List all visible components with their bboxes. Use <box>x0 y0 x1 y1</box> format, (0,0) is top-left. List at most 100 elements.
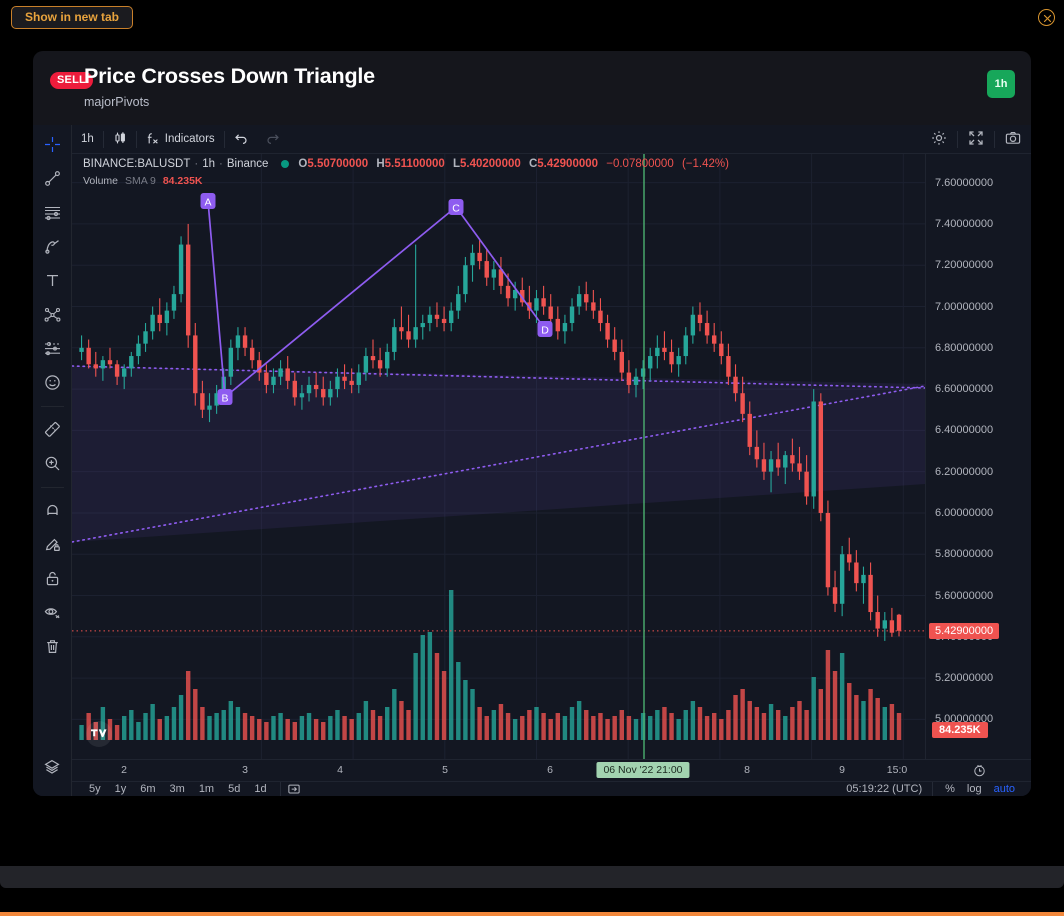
brush-tool[interactable] <box>37 231 67 261</box>
auto-scale-button[interactable]: auto <box>988 783 1021 795</box>
time-tick: 6 <box>547 764 553 776</box>
range-button-1d[interactable]: 1d <box>247 783 273 795</box>
fullscreen-button[interactable] <box>958 125 994 154</box>
strip-dark <box>0 902 1064 912</box>
utc-clock[interactable]: 05:19:22 (UTC) <box>846 783 922 795</box>
ohlc-high-key: H <box>376 158 385 170</box>
price-axis[interactable]: 7.60000000 7.40000000 7.20000000 7.00000000… <box>925 154 1031 759</box>
magnet-icon[interactable] <box>37 495 67 525</box>
legend-exchange: Binance <box>226 158 269 170</box>
svg-text:A: A <box>204 197 211 209</box>
time-axis[interactable]: 2 3 4 5 6 8 9 15:0 06 Nov '22 21:00 <box>72 759 1031 781</box>
crosshair-tool[interactable] <box>37 129 67 159</box>
range-button-3m[interactable]: 3m <box>163 783 192 795</box>
price-tick: 6.60000000 <box>935 383 994 396</box>
price-tick: 6.80000000 <box>935 341 994 354</box>
magnifier-plus-icon[interactable] <box>37 448 67 478</box>
plot-area[interactable]: A B C D <box>72 154 925 759</box>
chart-settings-button[interactable] <box>921 125 957 154</box>
show-in-new-tab-button[interactable]: Show in new tab <box>11 6 134 29</box>
percent-scale-button[interactable]: % <box>939 783 961 795</box>
forecast-tool[interactable] <box>37 333 67 363</box>
snapshot-button[interactable] <box>995 125 1031 154</box>
layers-icon[interactable] <box>37 752 67 782</box>
range-button-1m[interactable]: 1m <box>192 783 221 795</box>
crosshair-time-label: 06 Nov '22 21:00 <box>596 762 690 778</box>
ohlc-change-pct: (−1.42%) <box>681 158 729 170</box>
price-tick: 7.20000000 <box>935 259 994 272</box>
redo-button[interactable] <box>257 125 289 154</box>
range-button-1y[interactable]: 1y <box>108 783 134 795</box>
drawing-toolbar <box>33 125 72 796</box>
chart-legend: BINANCE:BALUSDT · 1h · Binance O5.507000… <box>83 158 734 187</box>
ohlc-low-key: L <box>452 158 460 170</box>
chart-type-button[interactable] <box>104 125 136 154</box>
legend-sep-2: · <box>219 158 223 170</box>
fullscreen-icon <box>968 130 984 149</box>
camera-icon <box>1005 130 1021 149</box>
top-bar: Show in new tab <box>0 0 1064 34</box>
chart-main: 1h Indicators BINANCE:BALUSDT · 1h · Bin… <box>72 125 1031 796</box>
time-tick: 8 <box>744 764 750 776</box>
padlock-icon[interactable] <box>37 563 67 593</box>
time-tick: 9 <box>839 764 845 776</box>
price-tick: 7.60000000 <box>935 176 994 189</box>
range-button-5d[interactable]: 5d <box>221 783 247 795</box>
svg-text:D: D <box>541 325 549 337</box>
price-tick: 5.20000000 <box>935 672 994 685</box>
legend-symbol[interactable]: BINANCE:BALUSDT <box>83 158 190 170</box>
gear-icon <box>931 130 947 149</box>
interval-button[interactable]: 1h <box>72 125 103 154</box>
close-icon[interactable] <box>1038 9 1055 26</box>
time-tick: 2 <box>121 764 127 776</box>
range-button-5y[interactable]: 5y <box>82 783 108 795</box>
price-tick: 7.40000000 <box>935 217 994 230</box>
trend-line-tool[interactable] <box>37 163 67 193</box>
ruler-icon[interactable] <box>37 414 67 444</box>
text-tool[interactable] <box>37 265 67 295</box>
bottom-right-group: 05:19:22 (UTC) % log auto <box>846 782 1021 796</box>
ohlc-open: 5.50700000 <box>307 158 369 170</box>
price-tick: 6.00000000 <box>935 506 994 519</box>
bottom-divider-2 <box>932 782 934 796</box>
clock-icon[interactable] <box>973 764 986 782</box>
pencil-lock-icon[interactable] <box>37 529 67 559</box>
tradingview-logo <box>86 721 112 747</box>
toolbar-divider <box>40 406 64 407</box>
chart-bottom-bar: 5y 1y 6m 3m 1m 5d 1d 05:19:22 (UTC) % log auto <box>72 781 1031 796</box>
goto-date-icon[interactable] <box>287 782 301 796</box>
price-tick: 7.00000000 <box>935 300 994 313</box>
undo-arrow-icon <box>234 131 248 148</box>
market-open-dot <box>281 160 290 168</box>
page-title: Price Crosses Down Triangle <box>84 64 375 88</box>
indicators-label: Indicators <box>164 133 215 145</box>
eye-off-icon[interactable] <box>37 597 67 627</box>
pitchfork-tool[interactable] <box>37 299 67 329</box>
undo-button[interactable] <box>225 125 257 154</box>
trash-icon[interactable] <box>37 631 67 661</box>
time-tick: 15:0 <box>886 764 908 776</box>
legend-ohlc: O5.50700000 H5.51100000 L5.40200000 C5.4… <box>298 158 734 170</box>
toolbar-right-group <box>921 125 1031 154</box>
chart-toolbar: 1h Indicators <box>72 125 1031 154</box>
svg-text:B: B <box>221 393 228 405</box>
strip-orange <box>0 912 1064 916</box>
card-header: SELL Price Crosses Down Triangle majorPi… <box>33 51 1031 125</box>
svg-text:C: C <box>452 203 460 215</box>
current-volume-label: 84.235K <box>932 722 988 738</box>
alert-card: SELL Price Crosses Down Triangle majorPi… <box>33 51 1031 796</box>
volume-label[interactable]: Volume <box>83 175 118 187</box>
log-scale-button[interactable]: log <box>961 783 988 795</box>
time-tick: 4 <box>337 764 343 776</box>
chart-shell: 1h Indicators BINANCE:BALUSDT · 1h · Bin… <box>33 125 1031 796</box>
horizontal-lines-tool[interactable] <box>37 197 67 227</box>
candlestick-svg: A B C D <box>72 154 925 759</box>
price-tick: 5.80000000 <box>935 548 994 561</box>
smiley-icon[interactable] <box>37 367 67 397</box>
range-button-6m[interactable]: 6m <box>133 783 162 795</box>
volume-sma: SMA 9 <box>124 175 156 187</box>
timeframe-badge: 1h <box>987 70 1015 98</box>
time-tick: 5 <box>442 764 448 776</box>
candlestick-icon <box>113 131 127 148</box>
indicators-button[interactable]: Indicators <box>137 125 224 154</box>
